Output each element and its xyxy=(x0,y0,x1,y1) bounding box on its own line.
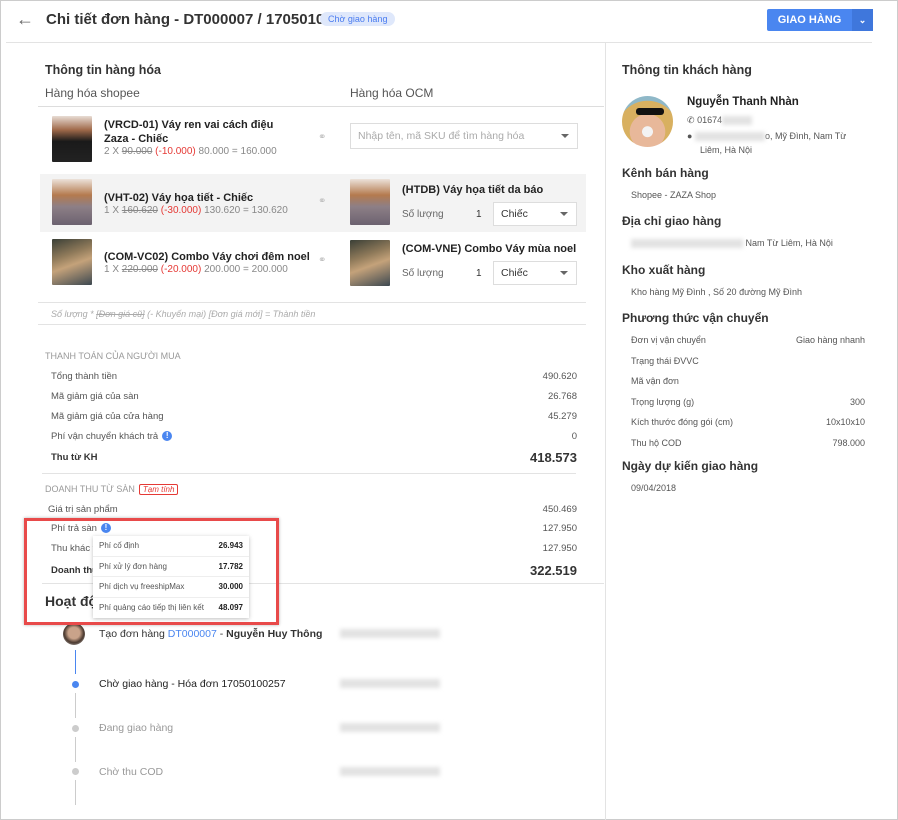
warehouse-title: Kho xuất hàng xyxy=(622,263,706,277)
timeline-dot-active xyxy=(72,681,79,688)
qty-label: Số lượng xyxy=(402,268,444,279)
payment-row: Mã giảm giá của cửa hàng 45.279 xyxy=(51,411,577,422)
revenue-row: Giá trị sản phẩm 450.469 xyxy=(48,504,577,515)
ocm-product-image xyxy=(350,179,390,225)
blurred-timestamp xyxy=(340,723,440,732)
blurred-timestamp xyxy=(340,679,440,688)
payment-row: Tổng thành tiền 490.620 xyxy=(51,371,577,382)
payment-row: Mã giảm giá của sàn 26.768 xyxy=(51,391,577,402)
estimate-tag: Tạm tính xyxy=(138,484,179,495)
customer-address: ● o, Mỹ Đình, Nam Từ Liêm, Hà Nội xyxy=(687,131,847,155)
qty-value: 1 xyxy=(476,209,482,220)
shopee-column-header: Hàng hóa shopee xyxy=(45,86,140,100)
products-section-title: Thông tin hàng hóa xyxy=(45,63,161,77)
eta-value: 09/04/2018 xyxy=(631,483,677,493)
info-icon[interactable]: ! xyxy=(162,431,173,442)
shipping-row: Đơn vị vận chuyển Giao hàng nhanh xyxy=(631,335,865,345)
product-name: (VRCD-01) Váy ren vai cách điệu Zaza - C… xyxy=(104,119,274,145)
divider xyxy=(38,302,586,303)
divider xyxy=(42,473,576,474)
shipping-row: Mã vận đơn xyxy=(631,376,679,386)
back-arrow-icon[interactable]: ← xyxy=(16,9,34,30)
divider xyxy=(38,324,586,325)
status-badge: Chờ giao hàng xyxy=(320,12,396,26)
payment-row: Phí vận chuyển khách trả! 0 xyxy=(51,431,577,442)
phone-icon: ✆ xyxy=(687,115,695,125)
caret-down-icon xyxy=(560,271,568,275)
eta-title: Ngày dự kiến giao hàng xyxy=(622,459,759,473)
channel-value: Shopee - ZAZA Shop xyxy=(631,190,717,200)
revenue-caption: DOANH THU TỪ SÀN Tạm tính xyxy=(45,484,179,495)
timeline-line xyxy=(75,650,76,674)
timeline-line xyxy=(75,737,76,762)
product-price-calc: 2 X 90.000 (-10.000) 80.000 = 160.000 xyxy=(104,146,277,157)
shipping-address-value: Nam Từ Liêm, Hà Nội xyxy=(631,238,833,249)
product-image xyxy=(52,116,92,162)
timeline-line xyxy=(75,693,76,718)
payment-total-row: Thu từ KH 418.573 xyxy=(51,450,577,465)
column-divider xyxy=(605,43,606,820)
activity-item: Đang giao hàng xyxy=(99,722,174,734)
buyer-payment-caption: THANH TOÁN CỦA NGƯỜI MUA xyxy=(45,351,181,361)
user-avatar xyxy=(63,623,85,645)
header-divider xyxy=(6,42,872,43)
activity-item: Chờ giao hàng - Hóa đơn 17050100257 xyxy=(99,678,286,690)
product-price-calc: 1 X 160.620 (-30.000) 130.620 = 130.620 xyxy=(104,205,288,216)
blurred-timestamp xyxy=(340,767,440,776)
divider xyxy=(38,106,604,107)
caret-down-icon xyxy=(560,212,568,216)
product-price-calc: 1 X 220.000 (-20.000) 200.000 = 200.000 xyxy=(104,264,288,275)
shipping-row: Kích thước đóng gói (cm) 10x10x10 xyxy=(631,417,865,427)
product-image xyxy=(52,239,92,285)
blurred-timestamp xyxy=(340,629,440,638)
product-name: (VHT-02) Váy họa tiết - Chiếc xyxy=(104,192,254,204)
timeline-dot xyxy=(72,768,79,775)
deliver-split-button: GIAO HÀNG ⌄ xyxy=(767,9,873,31)
unit-select[interactable]: Chiếc xyxy=(493,202,577,226)
link-icon[interactable]: ⚭ xyxy=(318,255,326,266)
customer-section-title: Thông tin khách hàng xyxy=(622,63,752,77)
activity-item: Tạo đơn hàng DT000007 - Nguyễn Huy Thông xyxy=(99,628,323,640)
shipping-method-title: Phương thức vận chuyển xyxy=(622,311,769,325)
timeline-line xyxy=(75,780,76,805)
link-icon[interactable]: ⚭ xyxy=(318,132,326,143)
shipping-row: Thu hộ COD 798.000 xyxy=(631,438,865,448)
shipping-address-title: Địa chỉ giao hàng xyxy=(622,214,722,228)
qty-label: Số lượng xyxy=(402,209,444,220)
customer-name: Nguyễn Thanh Nhàn xyxy=(687,96,799,108)
ocm-column-header: Hàng hóa OCM xyxy=(350,86,434,100)
price-formula-note: Số lượng * [Đơn giá cũ] (- Khuyến mại) [… xyxy=(51,309,316,319)
customer-phone: ✆ 01674 xyxy=(687,115,753,126)
shipping-row: Trạng thái ĐVVC xyxy=(631,356,699,366)
channel-title: Kênh bán hàng xyxy=(622,166,709,180)
highlight-box xyxy=(24,518,279,625)
warehouse-value: Kho hàng Mỹ Đình , Số 20 đường Mỹ Đình xyxy=(631,287,803,297)
qty-value: 1 xyxy=(476,268,482,279)
chevron-down-icon[interactable]: ⌄ xyxy=(852,9,873,31)
shipping-row: Trọng lượng (g) 300 xyxy=(631,397,865,407)
product-image xyxy=(52,179,92,225)
ocm-product-search-select[interactable]: Nhập tên, mã SKU để tìm hàng hóa xyxy=(350,123,578,149)
ocm-product-name: (COM-VNE) Combo Váy mùa noel xyxy=(402,243,577,255)
link-icon[interactable]: ⚭ xyxy=(318,196,326,207)
deliver-button[interactable]: GIAO HÀNG xyxy=(767,9,852,31)
activity-item: Chờ thu COD xyxy=(99,766,164,778)
ocm-product-name: (HTDB) Váy họa tiết da báo xyxy=(402,184,544,196)
unit-select[interactable]: Chiếc xyxy=(493,261,577,285)
caret-down-icon xyxy=(561,134,569,138)
avatar-sunglasses xyxy=(636,108,664,115)
timeline-dot xyxy=(72,725,79,732)
map-pin-icon: ● xyxy=(687,131,693,141)
order-link[interactable]: DT000007 xyxy=(168,628,217,640)
customer-avatar xyxy=(622,96,673,147)
product-name: (COM-VC02) Combo Váy chơi đêm noel xyxy=(104,251,310,263)
page-title: Chi tiết đơn hàng - DT000007 / 170501002… xyxy=(46,11,358,28)
ocm-product-image xyxy=(350,240,390,286)
